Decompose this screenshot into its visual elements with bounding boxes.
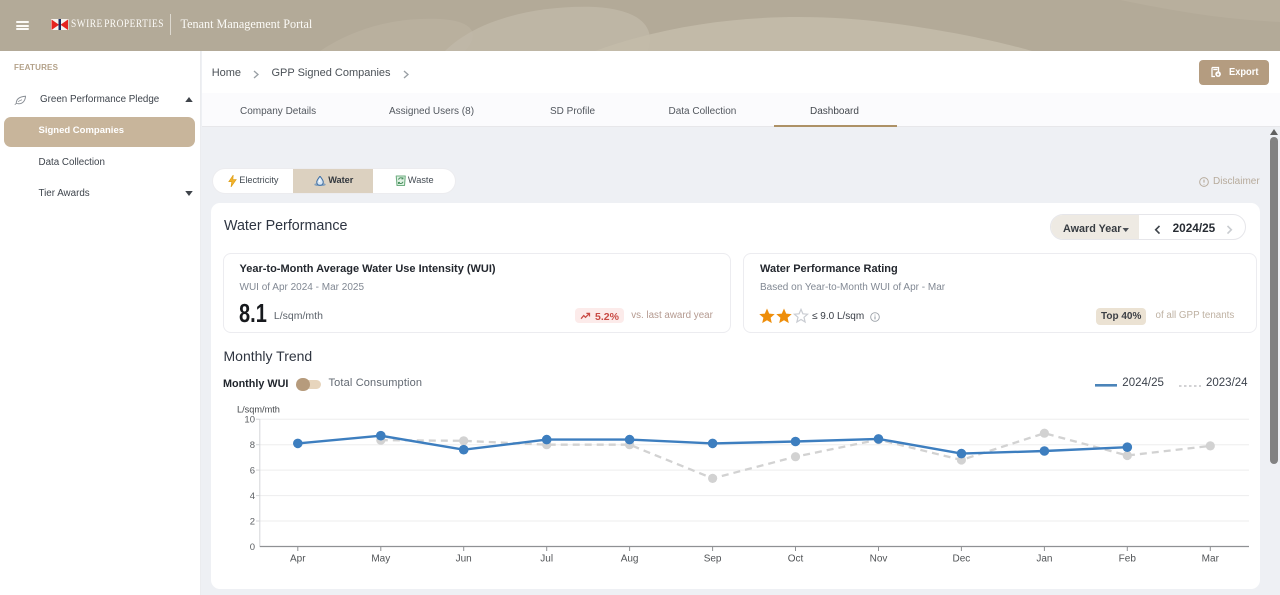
svg-text:8: 8 xyxy=(250,440,255,451)
svg-text:Aug: Aug xyxy=(621,554,639,565)
svg-text:Jun: Jun xyxy=(456,554,472,565)
svg-text:Feb: Feb xyxy=(1119,554,1137,565)
svg-text:Dec: Dec xyxy=(953,554,971,565)
svg-text:Nov: Nov xyxy=(870,554,888,565)
svg-text:Sep: Sep xyxy=(704,554,722,565)
svg-text:L/sqm/mth: L/sqm/mth xyxy=(237,405,280,415)
svg-text:Jan: Jan xyxy=(1036,554,1052,565)
svg-text:Apr: Apr xyxy=(290,554,306,565)
svg-text:Mar: Mar xyxy=(1202,554,1220,565)
svg-text:Oct: Oct xyxy=(788,554,804,565)
svg-text:Jul: Jul xyxy=(540,554,553,565)
svg-text:May: May xyxy=(371,554,390,565)
svg-text:2: 2 xyxy=(250,517,255,528)
svg-text:6: 6 xyxy=(250,466,255,477)
svg-text:10: 10 xyxy=(244,415,255,426)
svg-text:0: 0 xyxy=(250,542,255,553)
svg-text:4: 4 xyxy=(250,491,255,502)
